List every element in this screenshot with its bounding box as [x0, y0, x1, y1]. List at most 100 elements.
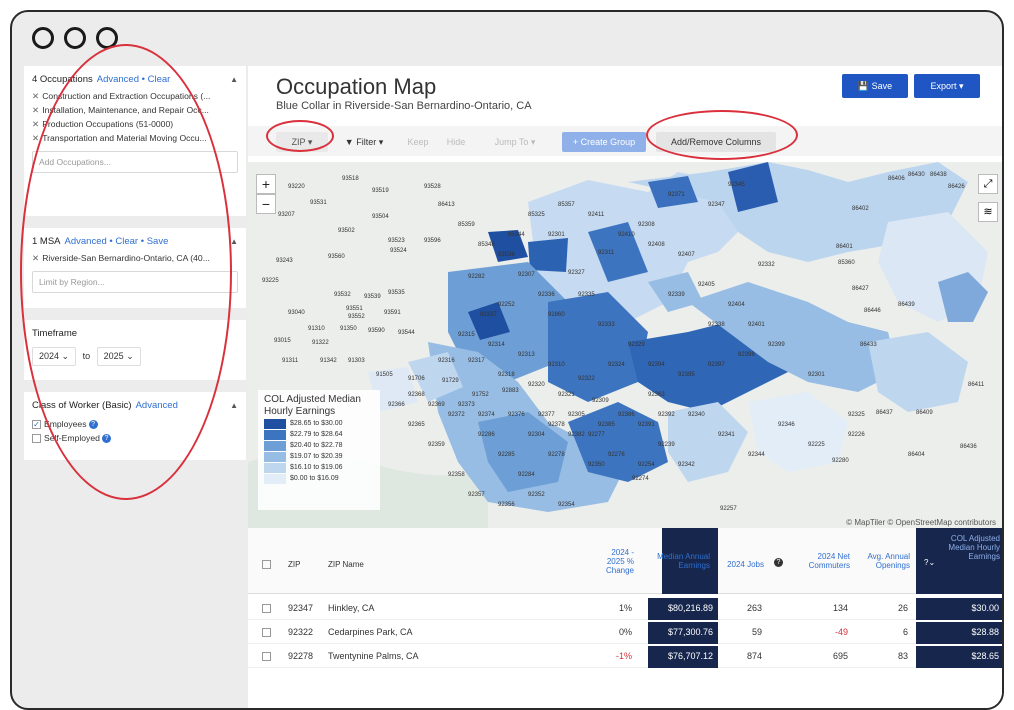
timeframe-start-select[interactable]: 2024 ⌄: [32, 347, 77, 366]
help-icon[interactable]: ?: [101, 434, 111, 444]
map-zip-label: 92329: [628, 342, 645, 348]
hide-button[interactable]: Hide: [440, 132, 472, 152]
map-zip-label: 93532: [334, 292, 351, 298]
median-annual-column-header[interactable]: Median Annual Earnings: [648, 552, 710, 570]
jobs-cell: 59: [751, 627, 762, 637]
occupations-advanced-link[interactable]: Advanced: [97, 74, 139, 85]
self-employed-option[interactable]: Self-Employed?: [32, 431, 238, 445]
remove-icon[interactable]: ✕: [32, 119, 39, 129]
openings-column-header[interactable]: Avg. Annual Openings: [854, 552, 910, 570]
collapse-caret-icon[interactable]: ▲: [230, 237, 238, 246]
map-zip-label: 92336: [538, 292, 555, 298]
legend-row: $16.10 to $19.06: [264, 462, 374, 473]
create-group-button[interactable]: + Create Group: [562, 132, 646, 152]
map-zip-label: 86446: [864, 308, 881, 314]
zip-name-column-header[interactable]: ZIP Name: [328, 560, 364, 569]
map-zip-label: 92340: [688, 412, 705, 418]
zip-column-header[interactable]: ZIP: [288, 560, 300, 569]
net-commuters-cell: 134: [832, 603, 848, 613]
row-checkbox[interactable]: [262, 603, 274, 614]
checkbox-icon[interactable]: [262, 560, 271, 570]
zoom-out-button[interactable]: −: [256, 194, 276, 214]
map-zip-label: 86438: [930, 172, 947, 178]
select-all-checkbox[interactable]: [262, 560, 274, 570]
map-zip-label: 92311: [598, 250, 615, 256]
map-zip-label: 92345: [728, 182, 745, 188]
map-zip-label: 92335: [578, 292, 595, 298]
limit-by-region-input[interactable]: Limit by Region...: [32, 271, 238, 293]
legend-range: $22.79 to $28.64: [290, 431, 343, 438]
save-button[interactable]: 💾 Save: [842, 74, 908, 98]
class-of-worker-label: Class of Worker (Basic): [32, 400, 132, 411]
collapse-caret-icon[interactable]: ▲: [230, 75, 238, 84]
checkbox-icon[interactable]: [262, 628, 271, 638]
map-zip-label: 92407: [678, 252, 695, 258]
occupations-count: 4 Occupations: [32, 74, 93, 85]
zip-dropdown[interactable]: ZIP ▾: [276, 132, 328, 152]
col-adjusted-column-header[interactable]: COL Adjusted Median Hourly Earnings: [942, 534, 1000, 561]
map-zip-label: 86430: [908, 172, 925, 178]
export-button[interactable]: Export ▾: [914, 74, 980, 98]
map-zip-label: 92363: [648, 392, 665, 398]
checkbox-icon[interactable]: [262, 604, 271, 614]
zoom-in-button[interactable]: +: [256, 174, 276, 194]
layers-icon[interactable]: ≋: [978, 202, 998, 222]
map-zip-label: 91752: [472, 392, 489, 398]
net-commuters-column-header[interactable]: 2024 Net Commuters: [796, 552, 850, 570]
msa-advanced-link[interactable]: Advanced: [65, 236, 107, 247]
zip-name-cell: Hinkley, CA: [328, 603, 375, 613]
help-icon[interactable]: ?: [772, 558, 783, 568]
zoom-dot[interactable]: [96, 27, 118, 49]
msa-save-link[interactable]: • Save: [141, 236, 169, 247]
add-occupations-input[interactable]: Add Occupations...: [32, 151, 238, 173]
table-row[interactable]: 92347 Hinkley, CA 1% $80,216.89 263 134 26 $30.…: [248, 598, 1002, 620]
map-zip-label: 92399: [768, 342, 785, 348]
filter-dropdown[interactable]: ▼ Filter ▾: [336, 132, 392, 152]
median-annual-cell: $80,216.89: [648, 598, 718, 620]
map-zip-label: 85344: [508, 232, 525, 238]
map-zip-label: 92321: [558, 392, 575, 398]
map-zip-label: 92317: [468, 358, 485, 364]
timeframe-end-select[interactable]: 2025 ⌄: [96, 347, 141, 366]
change-column-header[interactable]: 2024 - 2025 % Change: [600, 548, 634, 575]
map-zip-label: 85357: [558, 202, 575, 208]
remove-icon[interactable]: ✕: [32, 133, 39, 143]
table-row[interactable]: 92278 Twentynine Palms, CA -1% $76,707.12 87…: [248, 646, 1002, 668]
jump-to-dropdown[interactable]: Jump To ▾: [484, 132, 546, 152]
map-zip-label: 92278: [548, 452, 565, 458]
minimize-dot[interactable]: [64, 27, 86, 49]
remove-icon[interactable]: ✕: [32, 91, 39, 101]
jobs-column-header[interactable]: 2024 Jobs: [716, 560, 764, 569]
map-zip-label: 92309: [592, 398, 609, 404]
fullscreen-icon[interactable]: ⤢: [978, 174, 998, 194]
map-zip-label: 92301: [548, 232, 565, 238]
map-zip-label: 92395: [678, 372, 695, 378]
row-checkbox[interactable]: [262, 651, 274, 662]
checkbox-icon[interactable]: [32, 434, 41, 444]
close-dot[interactable]: [32, 27, 54, 49]
legend-range: $16.10 to $19.06: [290, 464, 343, 471]
keep-button[interactable]: Keep: [400, 132, 436, 152]
map-zip-label: 92386: [618, 412, 635, 418]
occupations-clear-link[interactable]: • Clear: [142, 74, 171, 85]
add-remove-columns-button[interactable]: Add/Remove Columns: [656, 132, 776, 152]
remove-icon[interactable]: ✕: [32, 253, 39, 263]
filter-icon: ▼: [344, 137, 354, 147]
choropleth-map[interactable]: 93220 93518 93519 93528 93207 93531 9350…: [248, 162, 1002, 528]
help-icon[interactable]: ?: [88, 420, 98, 430]
col-adjusted-cell: $30.00: [916, 598, 1002, 620]
msa-clear-link[interactable]: • Clear: [109, 236, 138, 247]
checkbox-icon[interactable]: [262, 652, 271, 662]
map-attribution[interactable]: © MapTiler © OpenStreetMap contributors: [846, 518, 996, 527]
employees-label: Employees: [44, 419, 87, 429]
help-icon[interactable]: ?⌄: [924, 558, 935, 567]
class-of-worker-advanced-link[interactable]: Advanced: [136, 400, 178, 411]
map-zip-label: 92408: [648, 242, 665, 248]
class-of-worker-card: Class of Worker (Basic) Advanced ▲ ✓ Empl…: [24, 392, 246, 460]
row-checkbox[interactable]: [262, 627, 274, 638]
collapse-caret-icon[interactable]: ▲: [230, 401, 238, 410]
employees-option[interactable]: ✓ Employees?: [32, 417, 238, 431]
table-row[interactable]: 92322 Cedarpines Park, CA 0% $77,300.76 59 -4…: [248, 622, 1002, 644]
checkbox-checked-icon[interactable]: ✓: [32, 420, 41, 430]
remove-icon[interactable]: ✕: [32, 105, 39, 115]
